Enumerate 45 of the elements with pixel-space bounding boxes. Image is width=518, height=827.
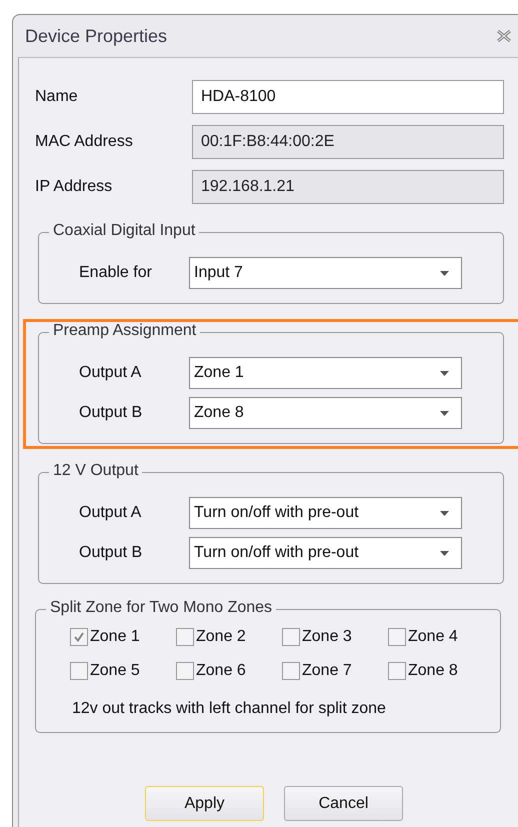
checkbox-label: Zone 4 [408,628,458,646]
group-title: Split Zone for Two Mono Zones [46,599,276,617]
checkbox[interactable] [176,628,194,646]
checkbox-label: Zone 5 [90,662,140,680]
group-title: Coaxial Digital Input [49,222,200,240]
dropdown[interactable]: Zone 8 [189,397,462,429]
field-label: Name [35,88,79,106]
dialog-button[interactable]: Cancel [284,786,403,821]
field-label: Output B [78,404,144,422]
text-field[interactable]: HDA-8100 [192,80,504,114]
checkbox[interactable] [282,662,300,680]
checkbox[interactable] [388,662,406,680]
dropdown[interactable]: Input 7 [189,257,462,289]
dropdown[interactable]: Zone 1 [189,357,462,389]
field-label: Output A [78,364,142,382]
note-text: 12v out tracks with left channel for split zone [71,699,387,718]
caret-icon [440,410,449,416]
field-label: Enable for [78,264,153,282]
checkbox-label: Zone 3 [302,628,352,646]
field-label: Output A [78,504,142,522]
group-title: Preamp Assignment [49,322,200,340]
check-icon [73,631,85,643]
checkbox-label: Zone 8 [408,662,458,680]
caret-icon [440,370,449,376]
caret-icon [440,510,449,516]
checkbox[interactable] [388,628,406,646]
dropdown[interactable]: Turn on/off with pre-out [189,537,462,569]
checkbox[interactable] [282,628,300,646]
checkbox-label: Zone 1 [90,628,140,646]
checkbox[interactable] [70,628,88,646]
dropdown[interactable]: Turn on/off with pre-out [189,497,462,529]
checkbox[interactable] [70,662,88,680]
checkbox-label: Zone 2 [196,628,246,646]
field-label: Output B [78,544,144,562]
checkbox[interactable] [176,662,194,680]
close-icon[interactable] [496,29,512,43]
caret-icon [440,550,449,556]
window-title: Device Properties [25,26,168,46]
checkbox-label: Zone 6 [196,662,246,680]
field-label: MAC Address [35,132,134,150]
dialog-button[interactable]: Apply [145,786,264,821]
caret-icon [440,270,449,276]
field-label: IP Address [35,178,114,196]
checkbox-label: Zone 7 [302,662,352,680]
group-title: 12 V Output [49,462,142,480]
